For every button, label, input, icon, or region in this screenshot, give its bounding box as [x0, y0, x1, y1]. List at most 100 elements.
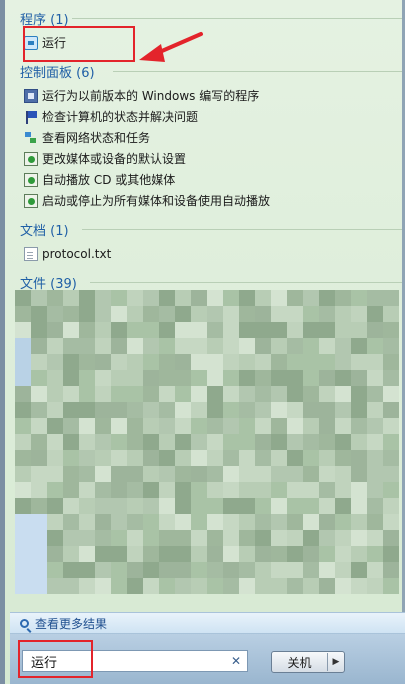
- mosaic-cell: [383, 546, 399, 562]
- result-item-autoplay-all[interactable]: 启动或停止为所有媒体和设备使用自动播放: [24, 191, 270, 210]
- mosaic-cell: [383, 418, 399, 434]
- mosaic-cell: [191, 482, 207, 498]
- mosaic-cell: [127, 434, 143, 450]
- network-icon: [24, 131, 38, 145]
- mosaic-cell: [319, 562, 335, 578]
- mosaic-cell: [127, 370, 143, 386]
- mosaic-cell: [271, 338, 287, 354]
- mosaic-cell: [79, 546, 95, 562]
- mosaic-cell: [111, 578, 127, 594]
- mosaic-cell: [351, 578, 367, 594]
- mosaic-cell: [287, 306, 303, 322]
- mosaic-cell: [63, 402, 79, 418]
- mosaic-cell: [47, 418, 63, 434]
- mosaic-cell: [191, 290, 207, 306]
- group-divider: [113, 71, 402, 72]
- mosaic-cell: [143, 466, 159, 482]
- mosaic-cell: [303, 370, 319, 386]
- result-item-protocol-txt[interactable]: protocol.txt: [24, 244, 111, 263]
- mosaic-cell: [191, 450, 207, 466]
- mosaic-cell: [335, 530, 351, 546]
- mosaic-cell: [255, 322, 271, 338]
- mosaic-cell: [207, 578, 223, 594]
- mosaic-cell: [31, 450, 47, 466]
- highlight-box: [23, 26, 135, 62]
- mosaic-cell: [79, 562, 95, 578]
- mosaic-cell: [191, 386, 207, 402]
- mosaic-cell: [95, 402, 111, 418]
- group-title-control-panel[interactable]: 控制面板 (6): [20, 62, 95, 81]
- mosaic-cell: [239, 354, 255, 370]
- mosaic-cell: [47, 546, 63, 562]
- mosaic-cell: [79, 306, 95, 322]
- mosaic-cell: [351, 498, 367, 514]
- mosaic-cell: [31, 546, 47, 562]
- result-item-compat[interactable]: 运行为以前版本的 Windows 编写的程序: [24, 86, 259, 105]
- mosaic-cell: [79, 466, 95, 482]
- mosaic-cell: [175, 354, 191, 370]
- shutdown-button[interactable]: 关机 ▶: [271, 651, 345, 673]
- mosaic-cell: [79, 514, 95, 530]
- mosaic-cell: [31, 290, 47, 306]
- mosaic-cell: [223, 546, 239, 562]
- mosaic-cell: [79, 418, 95, 434]
- mosaic-cell: [15, 450, 31, 466]
- shutdown-options-arrow-icon[interactable]: ▶: [328, 657, 344, 667]
- mosaic-cell: [223, 530, 239, 546]
- mosaic-cell: [63, 514, 79, 530]
- mosaic-cell: [207, 530, 223, 546]
- mosaic-cell: [351, 322, 367, 338]
- mosaic-cell: [207, 370, 223, 386]
- clear-search-icon[interactable]: ✕: [229, 653, 243, 669]
- mosaic-cell: [127, 546, 143, 562]
- mosaic-cell: [15, 418, 31, 434]
- mosaic-cell: [303, 530, 319, 546]
- group-title-documents[interactable]: 文档 (1): [20, 220, 69, 239]
- mosaic-cell: [383, 386, 399, 402]
- mosaic-cell: [271, 322, 287, 338]
- mosaic-cell: [303, 290, 319, 306]
- mosaic-cell: [79, 482, 95, 498]
- mosaic-cell: [111, 482, 127, 498]
- mosaic-cell: [175, 578, 191, 594]
- mosaic-cell: [367, 386, 383, 402]
- mosaic-cell: [255, 514, 271, 530]
- mosaic-cell: [191, 514, 207, 530]
- mosaic-cell: [143, 450, 159, 466]
- mosaic-cell: [175, 306, 191, 322]
- mosaic-cell: [15, 370, 31, 386]
- mosaic-cell: [47, 482, 63, 498]
- mosaic-cell: [63, 306, 79, 322]
- see-more-results[interactable]: 查看更多结果: [10, 612, 405, 634]
- result-item-check-status[interactable]: 检查计算机的状态并解决问题: [24, 107, 198, 126]
- mosaic-cell: [383, 402, 399, 418]
- mosaic-cell: [159, 418, 175, 434]
- mosaic-cell: [319, 338, 335, 354]
- result-item-autoplay-cd[interactable]: 自动播放 CD 或其他媒体: [24, 170, 175, 189]
- mosaic-cell: [239, 466, 255, 482]
- mosaic-cell: [15, 354, 31, 370]
- mosaic-cell: [79, 338, 95, 354]
- mosaic-cell: [159, 562, 175, 578]
- mosaic-cell: [191, 306, 207, 322]
- mosaic-cell: [239, 306, 255, 322]
- mosaic-cell: [335, 578, 351, 594]
- mosaic-cell: [319, 306, 335, 322]
- mosaic-cell: [383, 354, 399, 370]
- mosaic-cell: [159, 354, 175, 370]
- mosaic-cell: [255, 402, 271, 418]
- mosaic-cell: [223, 322, 239, 338]
- mosaic-cell: [191, 546, 207, 562]
- mosaic-cell: [159, 370, 175, 386]
- mosaic-cell: [111, 402, 127, 418]
- mosaic-cell: [79, 578, 95, 594]
- mosaic-cell: [127, 418, 143, 434]
- result-item-network[interactable]: 查看网络状态和任务: [24, 128, 150, 147]
- result-item-media-defaults[interactable]: 更改媒体或设备的默认设置: [24, 149, 186, 168]
- mosaic-cell: [191, 322, 207, 338]
- mosaic-cell: [159, 338, 175, 354]
- mosaic-cell: [351, 338, 367, 354]
- mosaic-cell: [127, 386, 143, 402]
- mosaic-cell: [351, 290, 367, 306]
- mosaic-cell: [159, 434, 175, 450]
